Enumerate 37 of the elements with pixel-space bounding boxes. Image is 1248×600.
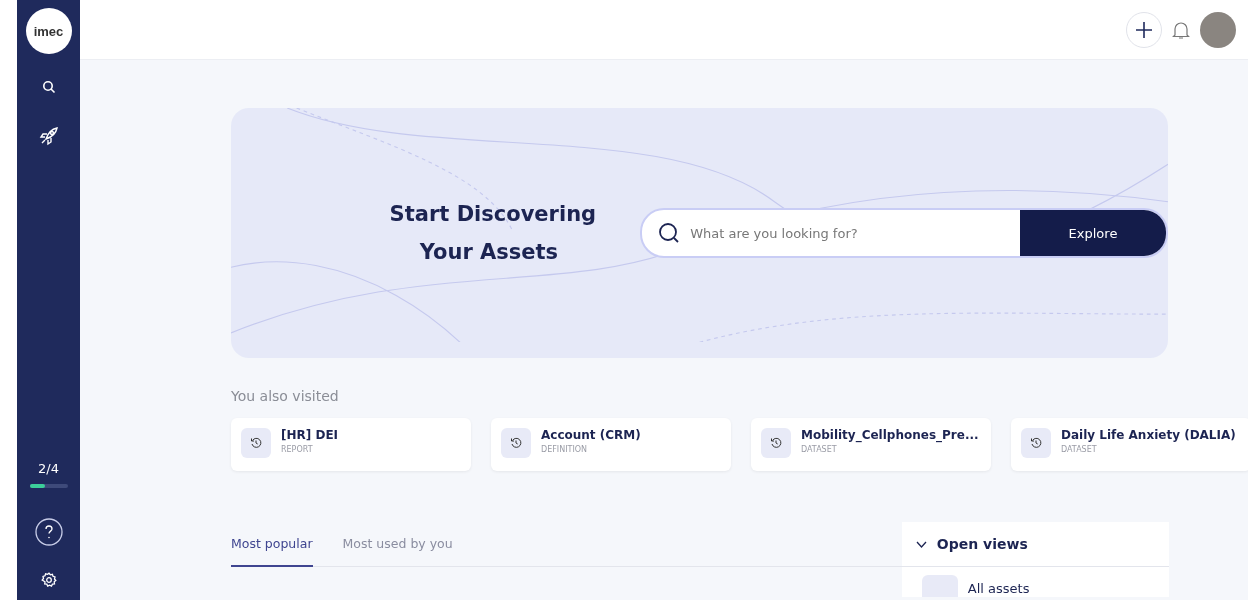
hero-title: Your Assets bbox=[419, 239, 559, 266]
user-avatar[interactable] bbox=[1200, 11, 1236, 48]
asset-type: REPORT bbox=[281, 445, 314, 454]
explore-button[interactable]: Explore bbox=[1020, 210, 1166, 256]
logo[interactable]: imec bbox=[25, 8, 72, 54]
asset-name: [HR] DEI bbox=[281, 428, 339, 442]
asset-name: Account (CRM) bbox=[541, 428, 641, 442]
asset-type: DATASET bbox=[801, 445, 838, 454]
search-icon bbox=[658, 222, 681, 244]
search-icon[interactable] bbox=[41, 80, 56, 94]
hero-title: Start Discovering bbox=[389, 201, 597, 228]
asset-name: Mobility_Cellphones_Pre... bbox=[801, 428, 979, 442]
tab[interactable]: Most popular bbox=[231, 536, 313, 567]
asset-type: DATASET bbox=[1061, 445, 1098, 454]
view-item[interactable]: All assets bbox=[967, 581, 1030, 597]
plus-icon bbox=[1134, 19, 1154, 40]
settings-icon[interactable] bbox=[40, 572, 57, 588]
history-icon bbox=[501, 428, 531, 458]
add-button[interactable] bbox=[1126, 11, 1162, 48]
recent-asset-card[interactable]: Account (CRM) DEFINITION bbox=[491, 418, 731, 471]
panel-title: Open views bbox=[936, 536, 1028, 552]
open-views-header[interactable]: Open views bbox=[901, 522, 1169, 567]
onboarding-progress-text: 2/4 bbox=[38, 461, 59, 476]
search-input[interactable]: What are you looking for? bbox=[688, 224, 1020, 242]
help-icon[interactable] bbox=[34, 518, 63, 546]
asset-name: Daily Life Anxiety (DALIA) bbox=[1061, 428, 1236, 442]
history-icon bbox=[241, 428, 271, 458]
history-icon bbox=[761, 428, 791, 458]
recent-asset-card[interactable]: Mobility_Cellphones_Pre... DATASET bbox=[751, 418, 991, 471]
recent-asset-card[interactable]: [HR] DEI REPORT bbox=[231, 418, 471, 471]
asset-type: DEFINITION bbox=[541, 445, 589, 454]
rocket-icon[interactable] bbox=[38, 126, 59, 146]
section-heading: You also visited bbox=[231, 388, 340, 404]
history-icon bbox=[1021, 428, 1051, 458]
notification-bell-icon[interactable] bbox=[1172, 19, 1190, 40]
recent-asset-card[interactable]: Daily Life Anxiety (DALIA) DATASET bbox=[1011, 418, 1248, 471]
search-bar[interactable]: What are you looking for? Explore bbox=[640, 208, 1168, 258]
